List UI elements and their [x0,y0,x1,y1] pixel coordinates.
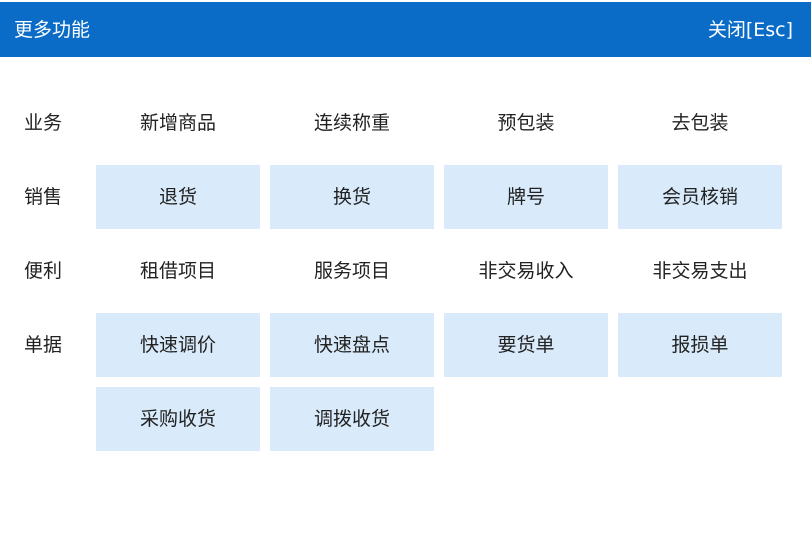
row-label-business: 业务 [24,112,63,134]
purchase-receipt-button[interactable]: 采购收货 [96,387,260,451]
row-label-documents: 单据 [24,334,63,356]
unpackage-button[interactable]: 去包装 [618,91,782,155]
damage-report-button[interactable]: 报损单 [618,313,782,377]
transfer-receipt-button[interactable]: 调拨收货 [270,387,434,451]
dialog-title: 更多功能 [14,19,91,41]
new-product-button[interactable]: 新增商品 [96,91,260,155]
rental-items-button[interactable]: 租借项目 [96,239,260,303]
row-label-sales: 销售 [24,186,63,208]
non-trade-income-button[interactable]: 非交易收入 [444,239,608,303]
quick-price-adjust-button[interactable]: 快速调价 [96,313,260,377]
return-goods-button[interactable]: 退货 [96,165,260,229]
exchange-goods-button[interactable]: 换货 [270,165,434,229]
prepackage-button[interactable]: 预包装 [444,91,608,155]
close-button[interactable]: 关闭[Esc] [708,2,793,58]
row-label-convenience: 便利 [24,260,63,282]
tag-number-button[interactable]: 牌号 [444,165,608,229]
member-redeem-button[interactable]: 会员核销 [618,165,782,229]
continuous-weighing-button[interactable]: 连续称重 [270,91,434,155]
requisition-button[interactable]: 要货单 [444,313,608,377]
non-trade-expense-button[interactable]: 非交易支出 [618,239,782,303]
title-bar: 更多功能 关闭[Esc] [0,0,811,57]
quick-stocktake-button[interactable]: 快速盘点 [270,313,434,377]
service-items-button[interactable]: 服务项目 [270,239,434,303]
